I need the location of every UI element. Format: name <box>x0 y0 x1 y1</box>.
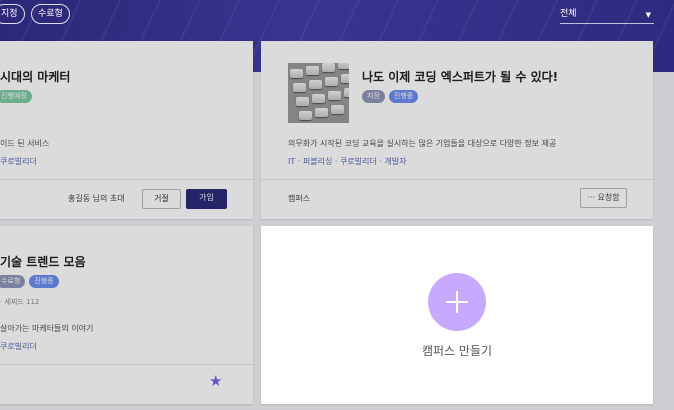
chevron-down-icon: ▼ <box>645 11 651 19</box>
card-description: 살아가는 마케터들의 이야기 <box>0 324 94 333</box>
status-badge: 진행예정 <box>0 90 32 103</box>
campus-card-1[interactable]: 시대의 마케터 진행예정 이드 된 서비스 쿠로빌리더 홍길동 님의 초대 거절… <box>0 41 253 219</box>
campus-card-2[interactable]: 나도 이제 코딩 엑스퍼트가 될 수 있다! 지정 진행중 의무화가 시작된 코… <box>261 41 653 219</box>
create-campus-label: 캠퍼스 만들기 <box>421 344 493 358</box>
campus-card-3[interactable]: 기술 트렌드 모음 수료형 진행중 · 세찌드 112 살아가는 마케터들의 이… <box>0 226 253 404</box>
plus-icon[interactable] <box>428 273 486 331</box>
reject-button[interactable]: 거절 <box>142 189 181 209</box>
invite-text: 홍길동 님의 초대 <box>68 194 125 203</box>
filter-chip-completion[interactable]: 수료형 <box>31 4 70 24</box>
card-title: 시대의 마케터 <box>0 70 71 84</box>
status-badge: 진행중 <box>388 90 419 103</box>
card-title: 나도 이제 코딩 엑스퍼트가 될 수 있다! <box>362 70 559 84</box>
card-meta: · 세찌드 112 <box>0 298 40 306</box>
star-icon[interactable]: ★ <box>209 372 222 390</box>
divider <box>0 364 253 365</box>
status-badge: 지정 <box>362 90 385 103</box>
card-badges: 진행예정 <box>0 90 32 103</box>
divider <box>0 179 253 180</box>
card-description: 의무화가 시작된 코딩 교육을 실시하는 많은 기업들을 대상으로 다양한 정보… <box>288 139 557 148</box>
card-description: 이드 된 서비스 <box>0 139 50 148</box>
sort-select[interactable]: 전체 ▼ <box>560 7 654 24</box>
divider <box>261 179 653 180</box>
status-badge: 수료형 <box>0 275 26 288</box>
card-footer-label: 캠퍼스 <box>288 194 311 203</box>
card-tags: 쿠로빌리더 <box>0 157 37 166</box>
request-status-button[interactable]: ··· 요청함 <box>580 188 627 208</box>
card-title: 기술 트렌드 모음 <box>0 255 86 269</box>
keyboard-thumbnail <box>288 63 349 123</box>
card-tags: 쿠로빌리더 <box>0 342 37 351</box>
join-button[interactable]: 가입 <box>186 189 227 209</box>
status-badge: 진행중 <box>29 275 59 288</box>
card-tags: IT · 퍼블리싱 · 쿠로빌리더 · 개발자 <box>288 157 407 166</box>
card-badges: 수료형 진행중 <box>0 275 59 288</box>
card-badges: 지정 진행중 <box>362 90 419 103</box>
create-campus-card[interactable]: 캠퍼스 만들기 <box>261 226 653 404</box>
sort-select-value: 전체 <box>560 9 577 19</box>
filter-chip-assigned[interactable]: 지정 <box>0 4 25 24</box>
